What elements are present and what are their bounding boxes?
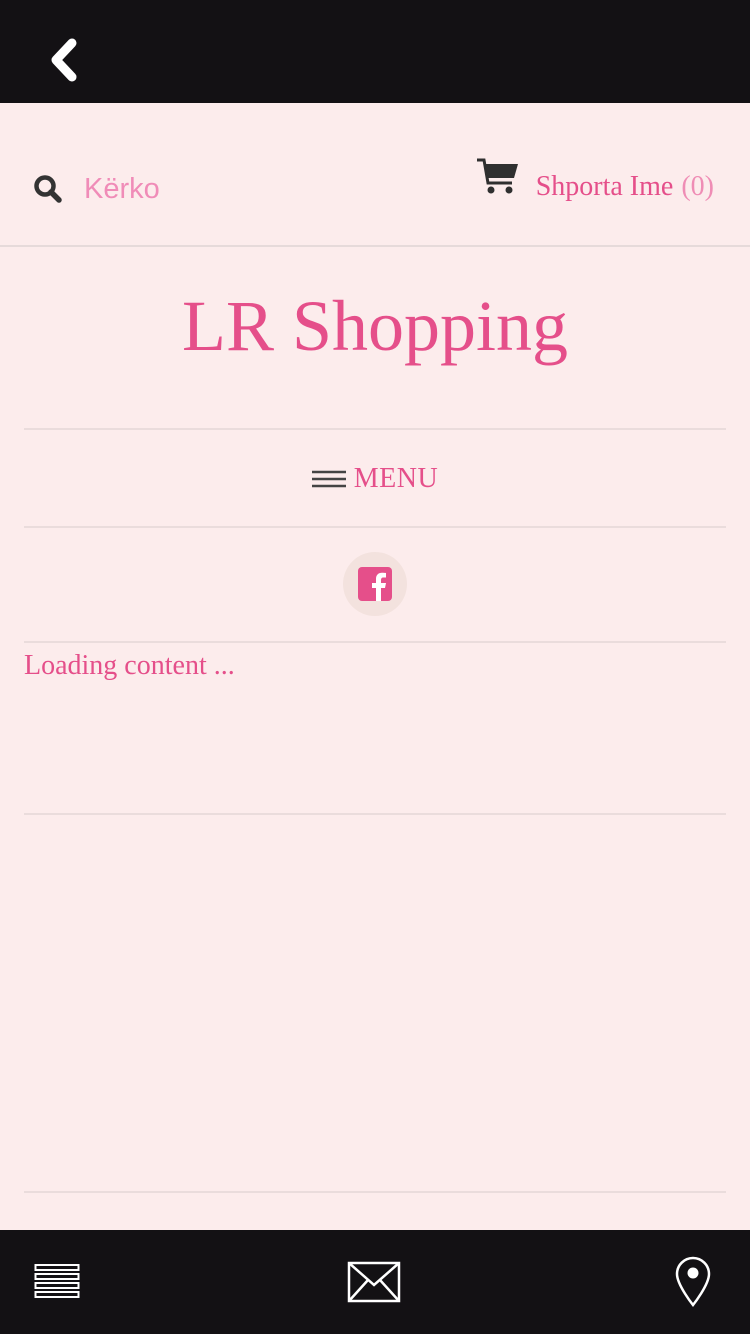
search-icon[interactable]: [32, 173, 64, 205]
cart-count: (0): [681, 171, 714, 202]
divider: [24, 428, 726, 430]
search-input[interactable]: [80, 167, 348, 211]
cart-button[interactable]: Shporta Ime (0): [476, 158, 714, 215]
menu-label: MENU: [353, 463, 439, 494]
location-button[interactable]: [664, 1248, 722, 1316]
location-pin-icon: [675, 1256, 711, 1308]
chevron-left-icon: [51, 38, 77, 82]
facebook-button[interactable]: [343, 552, 407, 616]
menu-button[interactable]: MENU: [0, 456, 750, 502]
list-button[interactable]: [26, 1248, 88, 1316]
facebook-icon: [358, 567, 392, 601]
brand-title[interactable]: LR Shopping: [0, 290, 750, 362]
list-icon: [34, 1264, 80, 1298]
top-bar: [0, 0, 750, 103]
bottom-bar: [0, 1230, 750, 1334]
divider: [24, 641, 726, 643]
loading-text: Loading content ...: [24, 650, 235, 681]
header: Shporta Ime (0): [0, 103, 750, 247]
divider: [24, 813, 726, 815]
back-button[interactable]: [38, 32, 88, 88]
hamburger-icon: [311, 470, 346, 488]
divider: [24, 526, 726, 528]
divider: [24, 1191, 726, 1193]
cart-label: Shporta Ime: [535, 171, 674, 202]
shopping-cart-icon: [476, 158, 518, 194]
mail-button[interactable]: [342, 1248, 406, 1316]
mail-icon: [347, 1261, 401, 1303]
